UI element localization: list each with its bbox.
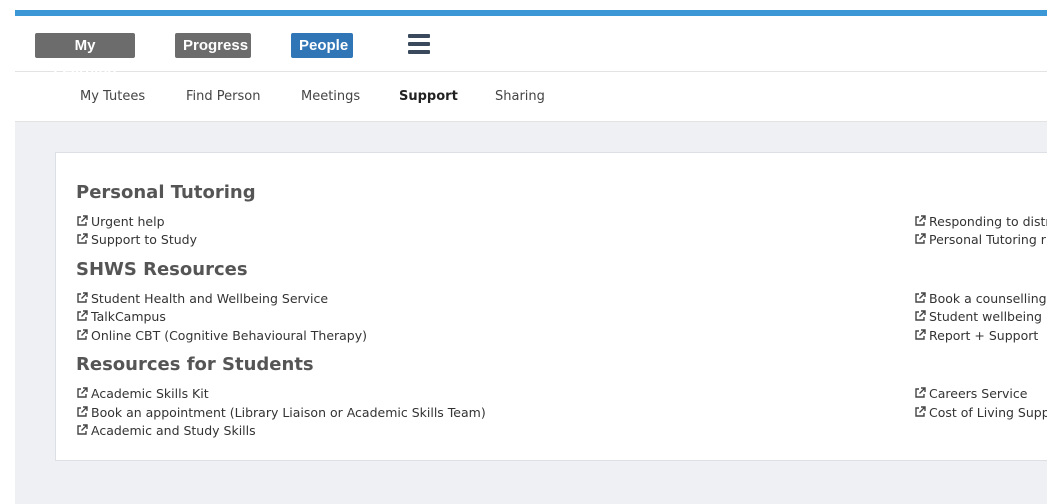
section-title-shws-resources: SHWS Resources [76, 259, 248, 280]
external-link-icon [77, 424, 88, 435]
link-student-health-wellbeing[interactable]: Student Health and Wellbeing Service [76, 291, 328, 306]
link-label: TalkCampus [91, 309, 166, 324]
section-title-resources-for-students: Resources for Students [76, 354, 314, 375]
tab-my-tutees[interactable]: My Tutees [80, 89, 145, 104]
external-link-icon [77, 233, 88, 244]
tab-find-person[interactable]: Find Person [186, 89, 260, 104]
external-link-icon [77, 329, 88, 340]
external-link-icon [915, 406, 926, 417]
link-academic-study-skills[interactable]: Academic and Study Skills [76, 423, 256, 438]
link-label: Personal Tutoring r [929, 232, 1046, 247]
sub-navigation: My Tutees Find Person Meetings Support S… [15, 72, 1047, 122]
link-label: Responding to distr [929, 214, 1047, 229]
external-link-icon [77, 406, 88, 417]
tab-sharing[interactable]: Sharing [495, 89, 545, 104]
section-title-personal-tutoring: Personal Tutoring [76, 182, 256, 203]
link-academic-skills-kit[interactable]: Academic Skills Kit [76, 386, 209, 401]
link-online-cbt[interactable]: Online CBT (Cognitive Behavioural Therap… [76, 328, 367, 343]
link-urgent-help[interactable]: Urgent help [76, 214, 165, 229]
external-link-icon [77, 310, 88, 321]
external-link-icon [915, 292, 926, 303]
tab-support[interactable]: Support [399, 89, 458, 104]
link-label: Support to Study [91, 232, 197, 247]
hamburger-menu-icon[interactable] [408, 34, 430, 54]
link-talkcampus[interactable]: TalkCampus [76, 309, 166, 324]
link-label: Student Health and Wellbeing Service [91, 291, 329, 306]
external-link-icon [915, 233, 926, 244]
my-learning-button[interactable]: My Learning [35, 33, 135, 79]
link-book-counselling[interactable]: Book a counselling [914, 291, 1047, 306]
progress-button[interactable]: Progress [175, 33, 251, 58]
link-label: Urgent help [91, 214, 165, 229]
external-link-icon [77, 215, 88, 226]
link-student-wellbeing[interactable]: Student wellbeing r [914, 309, 1047, 324]
link-label: Book a counselling [929, 291, 1047, 306]
link-personal-tutoring-resources[interactable]: Personal Tutoring r [914, 232, 1046, 247]
external-link-icon [915, 329, 926, 340]
link-responding-to-distress[interactable]: Responding to distr [914, 214, 1047, 229]
people-button[interactable]: People [291, 33, 353, 58]
external-link-icon [915, 215, 926, 226]
link-report-support[interactable]: Report + Support [914, 328, 1038, 343]
tab-meetings[interactable]: Meetings [301, 89, 360, 104]
link-support-to-study[interactable]: Support to Study [76, 232, 197, 247]
link-label: Careers Service [929, 386, 1028, 401]
link-label: Academic and Study Skills [91, 423, 256, 438]
link-label: Academic Skills Kit [91, 386, 209, 401]
link-label: Student wellbeing r [929, 309, 1047, 324]
link-label: Online CBT (Cognitive Behavioural Therap… [91, 328, 368, 343]
link-label: Report + Support [929, 328, 1039, 343]
link-book-appointment[interactable]: Book an appointment (Library Liaison or … [76, 405, 486, 420]
external-link-icon [915, 310, 926, 321]
external-link-icon [77, 292, 88, 303]
link-label: Cost of Living Suppo [929, 405, 1047, 420]
external-link-icon [915, 387, 926, 398]
app-header: My Learning Progress People [15, 16, 1047, 79]
link-cost-of-living-support[interactable]: Cost of Living Suppo [914, 405, 1047, 420]
external-link-icon [77, 387, 88, 398]
link-label: Book an appointment (Library Liaison or … [91, 405, 486, 420]
link-careers-service[interactable]: Careers Service [914, 386, 1027, 401]
